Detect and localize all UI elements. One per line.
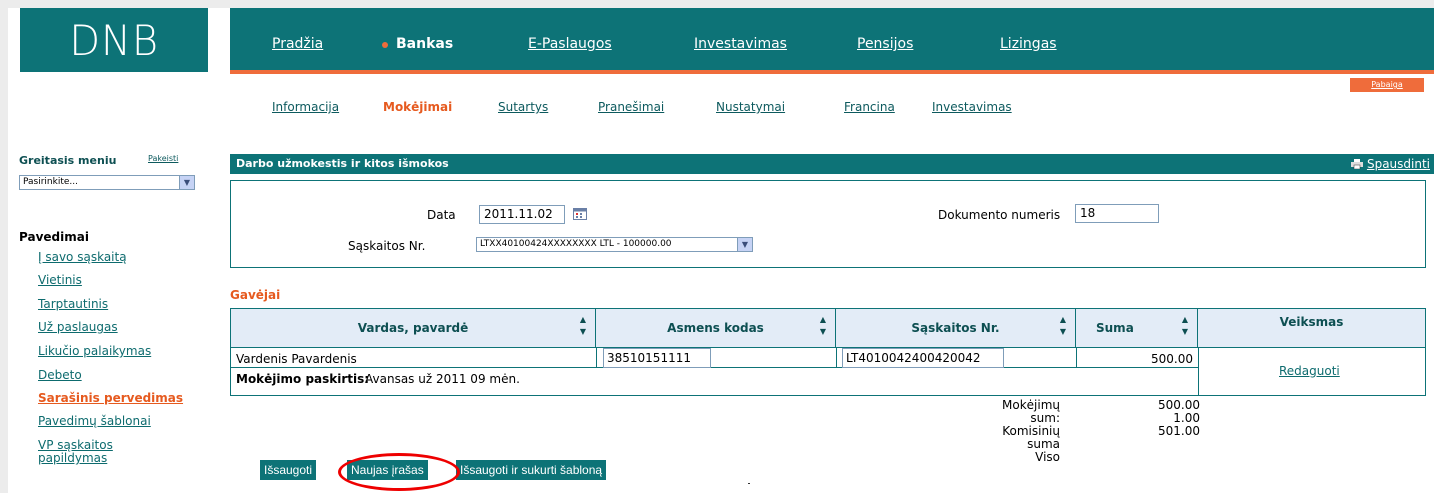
chevron-down-icon[interactable]: ▼ (737, 238, 752, 251)
column-header-account[interactable]: Sąskaitos Nr. ▲ ▼ (836, 309, 1076, 347)
stray-mark (748, 483, 750, 484)
sidebar-item-papildymas[interactable]: papildymas (38, 452, 107, 465)
topnav-divider (230, 70, 1434, 74)
purpose-value: Avansas už 2011 09 mėn. (365, 372, 520, 386)
subnav-item-mokejimai[interactable]: Mokėjimai (383, 100, 452, 114)
logo-text: DNB (69, 15, 159, 65)
chevron-down-icon[interactable]: ▼ (179, 176, 194, 189)
sidebar-item-tarptautinis[interactable]: Tarptautinis (38, 298, 108, 311)
sidebar-item-uz-paslaugas[interactable]: Už paslaugas (38, 321, 118, 334)
total-label: Viso (1035, 450, 1060, 464)
table-divider (231, 347, 1425, 348)
recipients-title: Gavėjai (230, 288, 281, 302)
subnav-item-informacija[interactable]: Informacija (272, 100, 339, 114)
payment-form: Data 2011.11.02 Dokumento numeris 18 Sąs… (230, 180, 1426, 268)
topnav-item-pradzia[interactable]: Pradžia (272, 36, 323, 52)
sidebar-item-pavedimu-sablonai[interactable]: Pavedimų šablonai (38, 415, 151, 428)
quick-menu-change-link[interactable]: Pakeisti (148, 154, 178, 163)
column-header-personal-code[interactable]: Asmens kodas ▲ ▼ (596, 309, 836, 347)
subnav-item-francina[interactable]: Francina (844, 100, 895, 114)
top-navigation: Pradžia Bankas E-Paslaugos Investavimas … (230, 8, 1434, 70)
totals-values: 500.00 1.00 501.00 (1118, 399, 1200, 438)
save-and-create-template-button[interactable]: Išsaugoti ir sukurti šabloną (456, 460, 607, 480)
active-dot-icon (382, 42, 388, 48)
sidebar-item-vietinis[interactable]: Vietinis (38, 274, 82, 287)
table-divider (231, 367, 1198, 368)
quick-menu-label: Greitasis meniu (19, 154, 117, 167)
quick-menu-select-value: Pasirinkite... (23, 177, 78, 187)
sidebar-item-sarasinis-pervedimas[interactable]: Sarašinis pervedimas (38, 392, 183, 405)
sort-arrows-icon[interactable]: ▲ ▼ (575, 314, 591, 342)
sort-arrows-icon[interactable]: ▲ ▼ (815, 314, 831, 342)
sidebar-item-debeto[interactable]: Debeto (38, 369, 82, 382)
page: DNB Pradžia Bankas E-Paslaugos Investavi… (8, 8, 1434, 493)
column-header-amount[interactable]: Suma ▲ ▼ (1076, 309, 1198, 347)
commission-label: Komisinių suma (1002, 424, 1060, 451)
column-header-name-label: Vardas, pavardė (357, 321, 469, 335)
total-value: 501.00 (1158, 424, 1200, 438)
table-divider (596, 347, 597, 367)
topnav-item-bankas[interactable]: Bankas (396, 36, 453, 52)
subnav-item-investavimas[interactable]: Investavimas (932, 100, 1012, 114)
column-header-action-label: Veiksmas (1279, 315, 1344, 329)
section-title: Darbo užmokestis ir kitos išmokos (236, 157, 449, 170)
column-header-name[interactable]: Vardas, pavardė ▲ ▼ (231, 309, 596, 347)
calendar-icon[interactable] (573, 208, 587, 220)
document-number-input[interactable]: 18 (1075, 204, 1159, 223)
sort-arrows-icon[interactable]: ▲ ▼ (1055, 314, 1071, 342)
sidebar-item-i-savo-saskaita[interactable]: Į savo sąskaitą (38, 251, 127, 264)
sidebar-item-likucio-palaikymas[interactable]: Likučio palaikymas (38, 345, 151, 358)
topnav-item-investavimas[interactable]: Investavimas (694, 36, 787, 52)
payments-sum-label: Mokėjimų sum: (1002, 398, 1060, 425)
purpose-label: Mokėjimo paskirtis: (236, 372, 370, 386)
personal-code-input[interactable]: 38510151111 (603, 348, 711, 368)
column-header-account-label: Sąskaitos Nr. (911, 321, 1000, 335)
printer-icon (1350, 159, 1363, 169)
section-header: Darbo užmokestis ir kitos išmokos Spausd… (230, 154, 1434, 174)
subnav-item-pranesimai[interactable]: Pranešimai (598, 100, 664, 114)
sidebar-section-title: Pavedimai (19, 230, 89, 244)
document-number-label: Dokumento numeris (938, 208, 1061, 222)
recipient-name: Vardenis Pavardenis (236, 352, 357, 366)
column-header-personal-code-label: Asmens kodas (667, 321, 764, 335)
subnav-item-sutartys[interactable]: Sutartys (498, 100, 548, 114)
recipients-table: Vardas, pavardė ▲ ▼ Asmens kodas ▲ ▼ Sąska… (230, 308, 1426, 396)
column-header-amount-label: Suma (1096, 321, 1134, 335)
print-link[interactable]: Spausdinti (1350, 154, 1430, 174)
new-record-button[interactable]: Naujas įrašas (347, 460, 428, 480)
table-divider (1076, 347, 1077, 367)
edit-link[interactable]: Redaguoti (1279, 364, 1340, 378)
subnav-item-nustatymai[interactable]: Nustatymai (716, 100, 785, 114)
account-select[interactable]: LTXX40100424XXXXXXXX LTL - 100000.00 ▼ (476, 237, 753, 252)
print-label: Spausdinti (1366, 157, 1430, 171)
amount-value: 500.00 (1151, 352, 1193, 366)
quick-menu-select[interactable]: Pasirinkite... ▼ (19, 175, 195, 190)
date-label: Data (427, 208, 456, 222)
column-header-action: Veiksmas (1198, 309, 1425, 347)
table-divider (836, 347, 837, 367)
dnb-logo[interactable]: DNB (20, 8, 208, 72)
topnav-item-e-paslaugos[interactable]: E-Paslaugos (528, 36, 612, 52)
totals-labels: Mokėjimų sum: Komisinių suma Viso (978, 399, 1060, 464)
account-number-label: Sąskaitos Nr. (348, 239, 426, 253)
account-select-value: LTXX40100424XXXXXXXX LTL - 100000.00 (480, 239, 672, 249)
date-input[interactable]: 2011.11.02 (479, 205, 565, 224)
logout-button[interactable]: Pabaiga (1350, 78, 1424, 92)
sort-arrows-icon[interactable]: ▲ ▼ (1177, 314, 1193, 342)
account-input[interactable]: LT4010042400420042 (842, 348, 1004, 368)
save-button[interactable]: Išsaugoti (260, 460, 317, 480)
table-divider (1198, 347, 1199, 395)
topnav-item-lizingas[interactable]: Lizingas (1000, 36, 1057, 52)
topnav-item-pensijos[interactable]: Pensijos (857, 36, 913, 52)
